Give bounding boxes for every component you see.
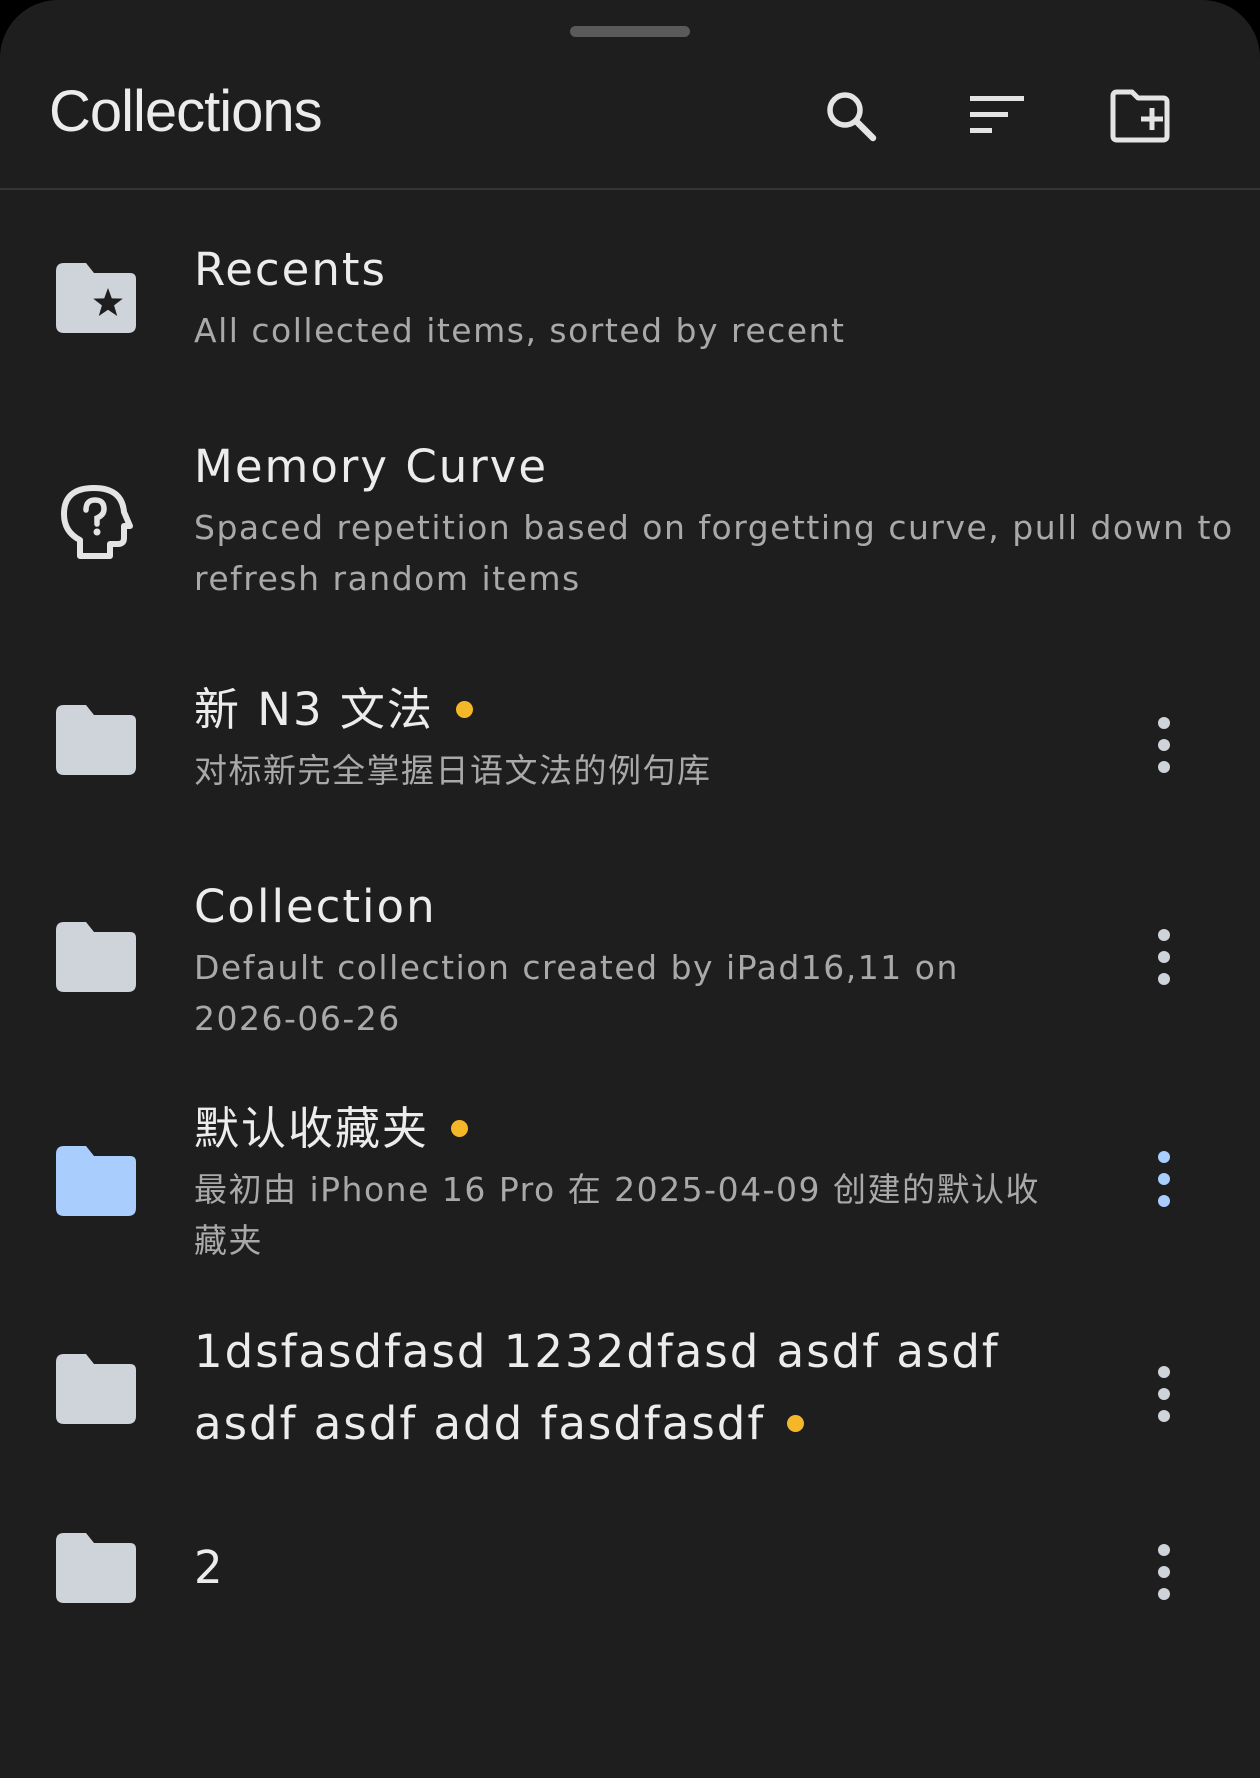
collection-subtitle: 对标新完全掌握日语文法的例句库 — [194, 751, 712, 790]
folder-star-icon-wrap — [56, 263, 136, 343]
collection-title: Recents — [194, 243, 387, 296]
more-vertical-icon — [1158, 1544, 1170, 1600]
more-options-button[interactable] — [1140, 1354, 1188, 1434]
more-vertical-icon — [1158, 1366, 1170, 1422]
collection-title-line: 新 N3 文法 — [194, 675, 1054, 745]
collection-subtitle: All collected items, sorted by recent — [194, 311, 846, 350]
collection-row[interactable]: 1dsfasdfasd 1232dfasd asdf asdf asdf asd… — [0, 1316, 1260, 1466]
row-text: Collection Default collection created by… — [194, 872, 994, 1044]
collection-title: 默认收藏夹 — [194, 1102, 430, 1155]
more-vertical-icon — [1158, 717, 1170, 773]
folder-icon — [56, 1146, 136, 1216]
create-folder-button[interactable] — [1104, 80, 1176, 152]
page-title: Collections — [49, 79, 323, 144]
folder-icon-wrap — [56, 1146, 136, 1226]
collection-title: Memory Curve — [194, 440, 549, 493]
head-question-icon-wrap — [56, 480, 136, 560]
collection-row-memory-curve[interactable]: Memory Curve Spaced repetition based on … — [0, 432, 1260, 612]
collections-sheet: Collections Recents All collected items,… — [0, 0, 1260, 1778]
folder-icon-wrap — [56, 1533, 136, 1613]
row-text: 默认收藏夹 最初由 iPhone 16 Pro 在 2025-04-09 创建的… — [194, 1094, 1044, 1266]
row-text: 1dsfasdfasd 1232dfasd asdf asdf asdf asd… — [194, 1316, 1054, 1460]
collection-row[interactable]: Collection Default collection created by… — [0, 872, 1260, 1047]
more-options-button[interactable] — [1140, 1532, 1188, 1612]
more-options-button[interactable] — [1140, 705, 1188, 785]
collection-row[interactable]: 2 — [0, 1530, 1260, 1610]
folder-star-icon — [56, 263, 136, 333]
collection-row[interactable]: 新 N3 文法 对标新完全掌握日语文法的例句库 — [0, 675, 1260, 805]
collection-title: 2 — [194, 1541, 225, 1594]
folder-icon-wrap — [56, 705, 136, 785]
folder-icon — [56, 1533, 136, 1603]
create-folder-icon — [1110, 89, 1170, 143]
folder-icon — [56, 705, 136, 775]
collection-title-line: 1dsfasdfasd 1232dfasd asdf asdf asdf asd… — [194, 1316, 1054, 1460]
collection-subtitle: 最初由 iPhone 16 Pro 在 2025-04-09 创建的默认收藏夹 — [194, 1170, 1040, 1260]
row-text: Memory Curve Spaced repetition based on … — [194, 432, 1234, 604]
collection-title: 1dsfasdfasd 1232dfasd asdf asdf asdf asd… — [194, 1325, 1000, 1450]
more-options-button[interactable] — [1140, 1139, 1188, 1219]
collection-row-recents[interactable]: Recents All collected items, sorted by r… — [0, 235, 1260, 375]
sort-icon — [970, 96, 1024, 133]
collection-subtitle: Spaced repetition based on forgetting cu… — [194, 508, 1234, 598]
collection-title: 新 N3 文法 — [194, 683, 434, 736]
unread-dot — [787, 1414, 805, 1432]
unread-dot — [451, 1119, 469, 1137]
more-options-button[interactable] — [1140, 917, 1188, 997]
folder-icon-wrap — [56, 1354, 136, 1434]
search-icon — [827, 92, 877, 142]
folder-icon — [56, 1354, 136, 1424]
folder-icon-wrap — [56, 922, 136, 1002]
collection-subtitle: Default collection created by iPad16,11 … — [194, 948, 959, 1038]
row-text: 新 N3 文法 对标新完全掌握日语文法的例句库 — [194, 675, 1054, 796]
folder-icon — [56, 922, 136, 992]
sort-button[interactable] — [960, 80, 1032, 152]
row-text: 2 — [194, 1533, 225, 1603]
collection-row-selected[interactable]: 默认收藏夹 最初由 iPhone 16 Pro 在 2025-04-09 创建的… — [0, 1094, 1260, 1274]
search-button[interactable] — [815, 80, 887, 152]
more-vertical-icon — [1158, 1151, 1170, 1207]
more-vertical-icon — [1158, 929, 1170, 985]
collection-title-line: 默认收藏夹 — [194, 1094, 1044, 1164]
unread-dot — [455, 700, 473, 718]
head-question-icon — [61, 485, 133, 559]
header: Collections — [0, 0, 1260, 190]
collection-title: Collection — [194, 880, 437, 933]
row-text: Recents All collected items, sorted by r… — [194, 235, 1194, 356]
